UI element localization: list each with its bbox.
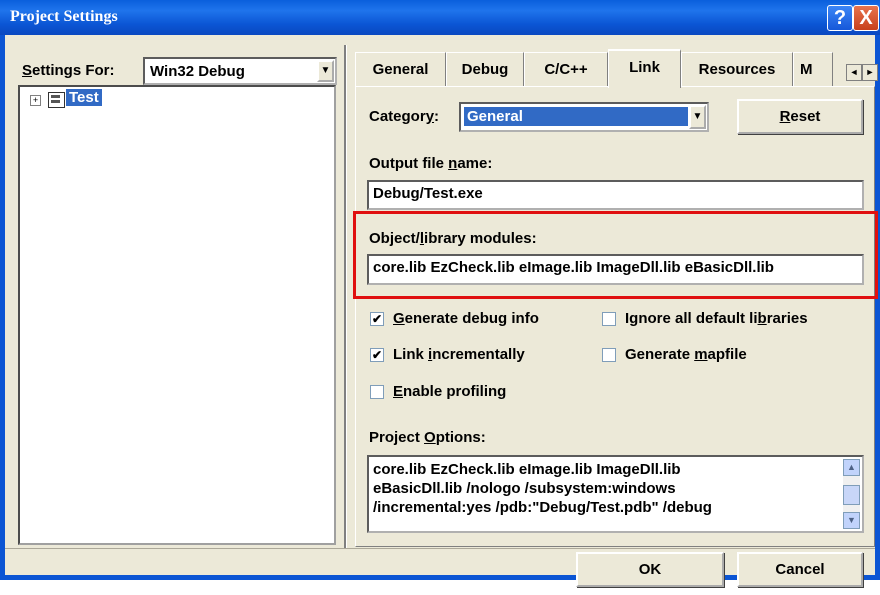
category-combo[interactable]: General ▼	[459, 102, 709, 132]
scroll-up-icon[interactable]: ▲	[843, 459, 860, 476]
settings-for-label: Settings For:	[22, 62, 115, 79]
generate-mapfile-checkbox[interactable]	[602, 348, 616, 362]
settings-for-combo[interactable]: Win32 Debug ▼	[143, 57, 337, 85]
ok-button[interactable]: OK	[576, 552, 724, 587]
generate-mapfile-label: Generate mapfile	[625, 346, 747, 363]
window-title: Project Settings	[10, 8, 118, 25]
link-incrementally-checkbox[interactable]: ✔	[370, 348, 384, 362]
generate-debug-label: Generate debug info	[393, 310, 539, 327]
help-button[interactable]: ?	[827, 5, 853, 31]
tab-scroller: ◄ ►	[846, 62, 880, 81]
ignore-defaults-checkbox[interactable]	[602, 312, 616, 326]
project-options-line: core.lib EzCheck.lib eImage.lib ImageDll…	[373, 461, 681, 478]
enable-profiling-checkbox[interactable]	[370, 385, 384, 399]
tab-cpp[interactable]: C/C++	[524, 52, 608, 87]
chevron-left-icon[interactable]: ◄	[846, 64, 862, 81]
output-file-input[interactable]: Debug/Test.exe	[367, 180, 864, 210]
project-icon	[48, 92, 65, 108]
tab-more[interactable]: M	[793, 52, 833, 87]
chevron-right-icon[interactable]: ►	[862, 64, 878, 81]
project-options-textarea[interactable]: core.lib EzCheck.lib eImage.lib ImageDll…	[367, 455, 864, 533]
tree-item-test[interactable]: Test	[66, 89, 102, 106]
tab-resources[interactable]: Resources	[681, 52, 793, 87]
reset-button[interactable]: Reset	[737, 99, 863, 134]
object-modules-label: Object/library modules:	[369, 230, 537, 247]
pane-splitter	[344, 45, 347, 548]
scroll-thumb[interactable]	[843, 485, 860, 505]
settings-for-value: Win32 Debug	[150, 63, 245, 80]
category-value: General	[464, 107, 688, 126]
expand-icon[interactable]: +	[30, 95, 41, 106]
window-frame-right	[875, 35, 880, 580]
object-modules-input[interactable]: core.lib EzCheck.lib eImage.lib ImageDll…	[367, 254, 864, 285]
output-file-label: Output file name:	[369, 155, 493, 172]
generate-debug-checkbox[interactable]: ✔	[370, 312, 384, 326]
tab-link[interactable]: Link	[608, 49, 681, 88]
project-settings-window: Project Settings ? X Settings For: Win32…	[0, 0, 880, 587]
project-options-line: eBasicDll.lib /nologo /subsystem:windows	[373, 480, 676, 497]
chevron-down-icon[interactable]: ▼	[689, 105, 706, 129]
enable-profiling-label: Enable profiling	[393, 383, 507, 400]
category-label: Category:	[369, 108, 440, 125]
title-bar[interactable]: Project Settings ? X	[0, 0, 880, 35]
window-frame-left	[0, 35, 5, 580]
tab-debug[interactable]: Debug	[446, 52, 524, 87]
project-options-label: Project Options:	[369, 429, 486, 446]
scroll-down-icon[interactable]: ▼	[843, 512, 860, 529]
project-options-line: /incremental:yes /pdb:"Debug/Test.pdb" /…	[373, 499, 712, 516]
vertical-scrollbar[interactable]: ▲ ▼	[843, 459, 860, 529]
ignore-defaults-label: Ignore all default libraries	[625, 310, 808, 327]
separator	[5, 548, 875, 549]
chevron-down-icon[interactable]: ▼	[317, 60, 334, 82]
tab-general[interactable]: General	[355, 52, 446, 87]
link-incrementally-label: Link incrementally	[393, 346, 525, 363]
close-button[interactable]: X	[853, 5, 879, 31]
cancel-button[interactable]: Cancel	[737, 552, 863, 587]
project-tree[interactable]: + Test	[18, 85, 336, 545]
